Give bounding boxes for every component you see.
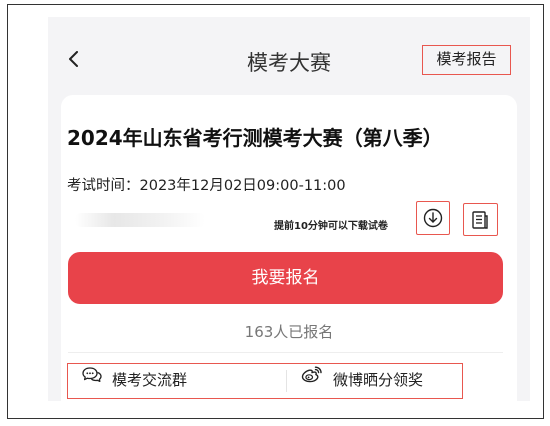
- blurred-text: [75, 213, 205, 227]
- screenshot-frame: 模考大赛 模考报告 2024年山东省考行测模考大赛（第八季） 考试时间：2023…: [7, 4, 544, 419]
- weibo-share-link[interactable]: 微博晒分领奖: [301, 364, 423, 397]
- exam-group-link[interactable]: 模考交流群: [82, 364, 187, 397]
- weibo-share-label: 微博晒分领奖: [333, 371, 424, 389]
- exam-time-value: 2023年12月02日09:00-11:00: [139, 178, 346, 194]
- exam-title: 2024年山东省考行测模考大赛（第八季）: [67, 126, 443, 150]
- exam-group-label: 模考交流群: [112, 371, 188, 389]
- exam-time-label: 考试时间：: [67, 178, 140, 194]
- nav-bar: 模考大赛 模考报告: [48, 17, 530, 85]
- chat-bubbles-icon: [82, 362, 102, 395]
- link-row: 模考交流群 微博晒分领奖: [67, 363, 463, 399]
- document-button[interactable]: [463, 203, 498, 236]
- download-hint: 提前10分钟可以下载试卷: [274, 221, 388, 232]
- divider: [68, 352, 503, 353]
- register-count: 163人已报名: [244, 323, 334, 341]
- register-button[interactable]: 我要报名: [68, 252, 503, 304]
- exam-report-button[interactable]: 模考报告: [422, 45, 511, 75]
- document-icon: [472, 211, 488, 229]
- exam-card: 2024年山东省考行测模考大赛（第八季） 考试时间：2023年12月02日09:…: [61, 95, 517, 401]
- weibo-icon: [301, 362, 323, 395]
- link-divider: [286, 370, 287, 392]
- download-circle-icon: [423, 208, 443, 228]
- app-screen: 模考大赛 模考报告 2024年山东省考行测模考大赛（第八季） 考试时间：2023…: [48, 17, 530, 401]
- download-paper-button[interactable]: [416, 201, 450, 235]
- exam-time: 考试时间：2023年12月02日09:00-11:00: [67, 174, 346, 195]
